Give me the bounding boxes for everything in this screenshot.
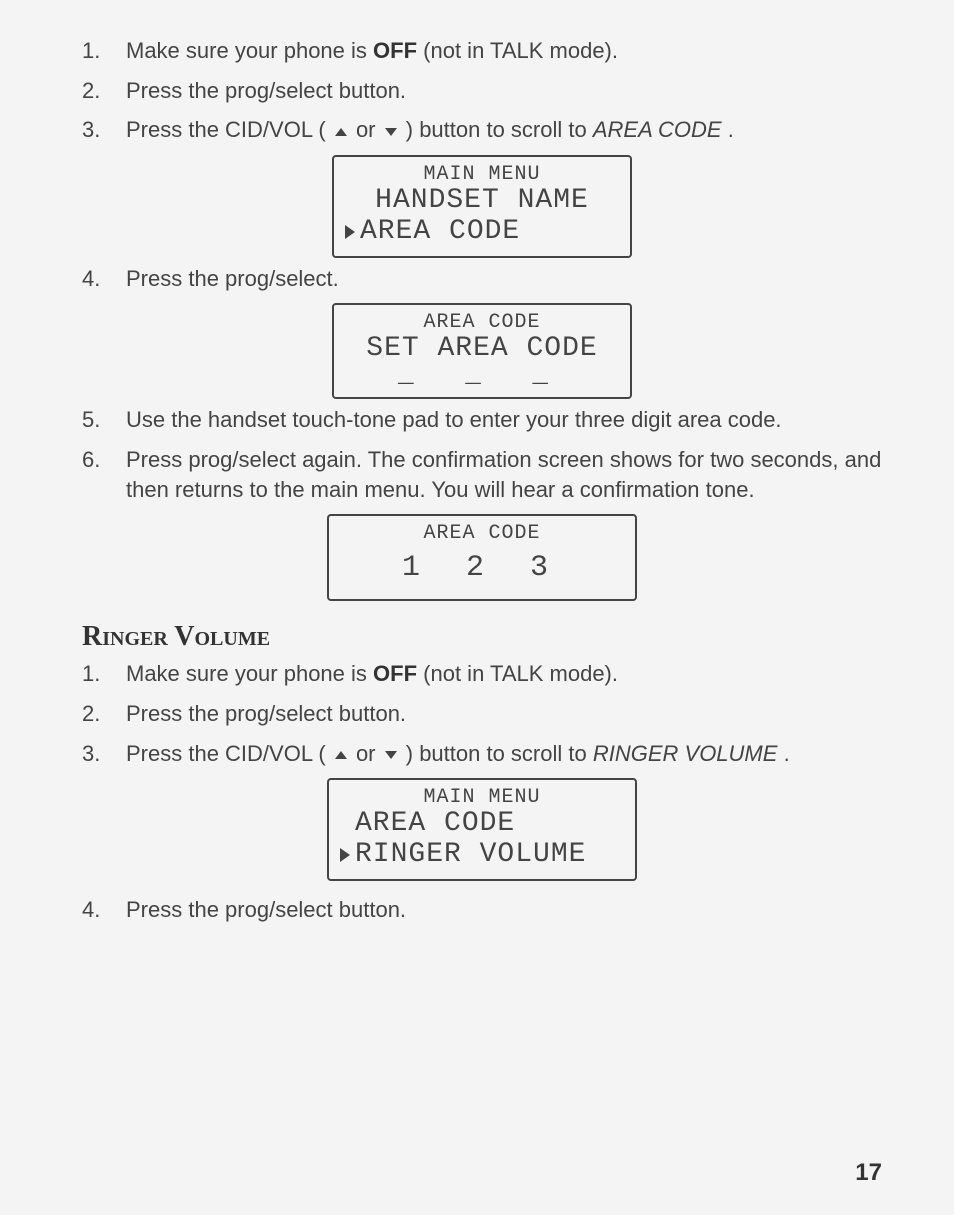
- step-text: Make sure your phone is OFF (not in TALK…: [126, 36, 882, 66]
- step-text: Make sure your phone is OFF (not in TALK…: [126, 659, 882, 689]
- lcd-digits: 1 2 3: [339, 551, 625, 585]
- step-2: 2. Press the prog/select button.: [82, 76, 882, 106]
- lcd-title: MAIN MENU: [344, 163, 620, 186]
- step-text: Press the prog/select.: [126, 264, 882, 294]
- step-number: 1.: [82, 659, 126, 689]
- step-number: 6.: [82, 445, 126, 475]
- pointer-right-icon: [344, 224, 356, 240]
- step-number: 5.: [82, 405, 126, 435]
- step-text: Use the handset touch-tone pad to enter …: [126, 405, 882, 435]
- step-number: 4.: [82, 264, 126, 294]
- lcd-main-menu-ringer: MAIN MENU AREA CODE RINGER VOLUME: [327, 778, 637, 881]
- lcd-set-area-code: AREA CODE SET AREA CODE _ _ _: [332, 303, 632, 399]
- down-arrow-icon: [384, 126, 398, 138]
- lcd-title: AREA CODE: [339, 522, 625, 545]
- area-code-steps-1: 1. Make sure your phone is OFF (not in T…: [82, 36, 882, 145]
- ringer-volume-step-4: 4. Press the prog/select button.: [82, 895, 882, 925]
- lcd-selected-line: RINGER VOLUME: [339, 840, 625, 871]
- pointer-right-icon: [339, 847, 351, 863]
- lcd-main-menu-area-code: MAIN MENU HANDSET NAME AREA CODE: [332, 155, 632, 258]
- rv-step-2: 2. Press the prog/select button.: [82, 699, 882, 729]
- step-number: 3.: [82, 739, 126, 769]
- step-3: 3. Press the CID/VOL ( or ) button to sc…: [82, 115, 882, 145]
- lcd-title: AREA CODE: [344, 311, 620, 334]
- rv-step-3: 3. Press the CID/VOL ( or ) button to sc…: [82, 739, 882, 769]
- area-code-steps-2: 5. Use the handset touch-tone pad to ent…: [82, 405, 882, 504]
- step-number: 2.: [82, 76, 126, 106]
- step-4: 4. Press the prog/select.: [82, 264, 882, 294]
- step-number: 3.: [82, 115, 126, 145]
- step-text: Press the CID/VOL ( or ) button to scrol…: [126, 739, 882, 769]
- down-arrow-icon: [384, 749, 398, 761]
- step-text: Press the CID/VOL ( or ) button to scrol…: [126, 115, 882, 145]
- step-number: 4.: [82, 895, 126, 925]
- step-5: 5. Use the handset touch-tone pad to ent…: [82, 405, 882, 435]
- lcd-area-code-confirm: AREA CODE 1 2 3: [327, 514, 637, 601]
- up-arrow-icon: [334, 749, 348, 761]
- step-1: 1. Make sure your phone is OFF (not in T…: [82, 36, 882, 66]
- step-text: Press prog/select again. The confirmatio…: [126, 445, 882, 504]
- up-arrow-icon: [334, 126, 348, 138]
- step-number: 2.: [82, 699, 126, 729]
- step-6: 6. Press prog/select again. The confirma…: [82, 445, 882, 504]
- rv-step-1: 1. Make sure your phone is OFF (not in T…: [82, 659, 882, 689]
- lcd-selected-line: AREA CODE: [344, 217, 620, 248]
- manual-page: 1. Make sure your phone is OFF (not in T…: [0, 0, 954, 1215]
- step-text: Press the prog/select button.: [126, 76, 882, 106]
- step-number: 1.: [82, 36, 126, 66]
- lcd-title: MAIN MENU: [339, 786, 625, 809]
- section-heading-ringer-volume: Ringer Volume: [82, 621, 882, 653]
- lcd-line: HANDSET NAME: [344, 186, 620, 217]
- step-text: Press the prog/select button.: [126, 699, 882, 729]
- ringer-volume-steps: 1. Make sure your phone is OFF (not in T…: [82, 659, 882, 768]
- lcd-line: AREA CODE: [339, 809, 625, 840]
- page-number: 17: [855, 1159, 882, 1187]
- area-code-step-4: 4. Press the prog/select.: [82, 264, 882, 294]
- step-text: Press the prog/select button.: [126, 895, 882, 925]
- rv-step-4: 4. Press the prog/select button.: [82, 895, 882, 925]
